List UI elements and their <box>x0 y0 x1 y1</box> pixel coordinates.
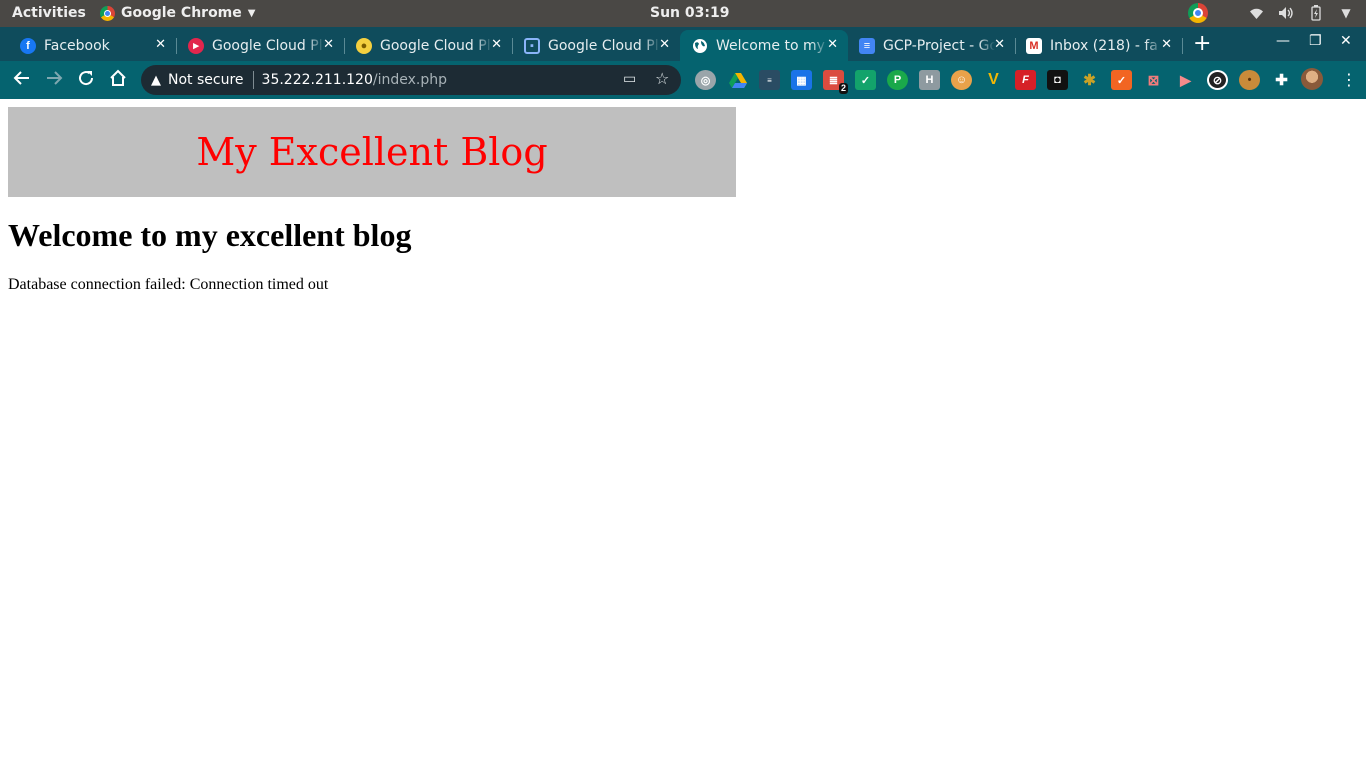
page-heading: Welcome to my excellent blog <box>8 217 412 253</box>
close-window-button[interactable]: ✕ <box>1340 33 1352 49</box>
system-tray[interactable]: ▼ <box>1188 3 1354 23</box>
gmail-icon: M <box>1026 37 1042 54</box>
address-bar[interactable]: ▲ Not secure 35.222.211.120 /index.php ▭… <box>141 65 681 95</box>
close-icon[interactable]: ✕ <box>491 37 502 52</box>
f-ext-icon[interactable]: F <box>1015 70 1036 90</box>
chip-icon: ▪ <box>524 37 540 54</box>
bookmark-star-icon[interactable]: ☆ <box>655 69 669 88</box>
orange-check-icon[interactable]: ✓ <box>1111 70 1132 90</box>
tab-title: Welcome to my excellent blog <box>716 37 828 54</box>
battery-icon <box>1308 5 1324 21</box>
chrome-tray-icon[interactable] <box>1188 3 1208 23</box>
volume-icon <box>1278 5 1294 21</box>
close-icon[interactable]: ✕ <box>994 37 1005 52</box>
h-ext-icon[interactable]: H <box>919 70 940 90</box>
close-icon[interactable]: ✕ <box>659 37 670 52</box>
reload-button[interactable] <box>77 69 95 92</box>
todoist-badge: 2 <box>838 83 848 94</box>
tab-title: Google Cloud Platform <box>548 37 660 54</box>
tab-strip: f Facebook ✕ ▸ Google Cloud Platform ✕ ●… <box>0 27 1366 61</box>
chevron-down-icon: ▼ <box>247 7 256 19</box>
blog-header-banner: My Excellent Blog <box>8 107 736 197</box>
tab-google-cloud-3[interactable]: ▪ Google Cloud Platform ✕ <box>512 30 680 61</box>
app-menu-label: Google Chrome <box>121 5 242 21</box>
check-icon[interactable]: ✓ <box>855 70 876 90</box>
cookie-icon[interactable]: • <box>1239 70 1260 90</box>
tab-title: Google Cloud Platform <box>212 37 324 54</box>
tab-separator <box>1182 38 1183 54</box>
url-path[interactable]: /index.php <box>373 72 447 88</box>
face-ext-icon[interactable]: ☺ <box>951 70 972 90</box>
home-button[interactable] <box>109 69 127 92</box>
close-icon[interactable]: ✕ <box>827 37 838 52</box>
blog-title: My Excellent Blog <box>196 130 548 174</box>
url-host[interactable]: 35.222.211.120 <box>262 72 373 88</box>
block-ext-icon[interactable]: ⊘ <box>1207 70 1228 90</box>
system-menu-chevron-icon[interactable]: ▼ <box>1338 5 1354 21</box>
activities-button[interactable]: Activities <box>12 5 86 21</box>
facebook-icon: f <box>20 37 36 54</box>
tab-title: Facebook <box>44 37 110 54</box>
tab-gcp-project-docs[interactable]: ≡ GCP-Project - Google Docs ✕ <box>847 30 1016 61</box>
extensions-bar: ◎ ≡ ▦ ≣ 2 ✓ P H ☺ V F ◘ ✱ ✓ ⊠ ▶ ⊘ • ✚ <box>695 70 1292 94</box>
chrome-app-icon <box>100 5 115 21</box>
close-icon[interactable]: ✕ <box>1161 37 1172 52</box>
tab-title: Inbox (218) - fa <box>1050 37 1158 54</box>
globe-icon <box>692 38 708 54</box>
browser-toolbar: ▲ Not secure 35.222.211.120 /index.php ▭… <box>0 61 1366 99</box>
tab-welcome-blog[interactable]: Welcome to my excellent blog ✕ <box>680 30 848 61</box>
minimize-button[interactable]: — <box>1276 33 1290 49</box>
tab-google-cloud-2[interactable]: ● Google Cloud Platform ✕ <box>344 30 513 61</box>
system-top-bar: Activities Google Chrome ▼ Sun 03:19 ▼ <box>0 0 1366 27</box>
tab-title: Google Cloud Platform <box>380 37 492 54</box>
cast-icon[interactable]: ▭ <box>623 71 636 87</box>
profile-avatar[interactable] <box>1301 68 1323 90</box>
omnibox-divider <box>252 71 254 89</box>
p-ext-icon[interactable]: P <box>887 70 908 90</box>
calendar-icon[interactable]: ▦ <box>791 70 812 90</box>
security-status[interactable]: Not secure <box>168 72 244 88</box>
news-icon[interactable]: ≡ <box>759 70 780 90</box>
more-menu-icon[interactable]: ⋮ <box>1341 70 1357 89</box>
cloud-platform-icon: ▸ <box>188 37 204 54</box>
todoist-icon[interactable]: ≣ 2 <box>823 70 848 94</box>
robot-ext-icon[interactable]: ⊠ <box>1143 70 1164 90</box>
error-message: Database connection failed: Connection t… <box>8 276 329 293</box>
restore-button[interactable]: ❐ <box>1309 33 1322 49</box>
tab-gmail-inbox[interactable]: M Inbox (218) - fa ✕ <box>1014 30 1183 61</box>
tab-google-cloud-1[interactable]: ▸ Google Cloud Platform ✕ <box>176 30 345 61</box>
page-viewport: My Excellent Blog Welcome to my excellen… <box>0 99 1366 768</box>
app-menu[interactable]: Google Chrome ▼ <box>100 5 255 21</box>
back-button[interactable] <box>13 69 31 92</box>
close-icon[interactable]: ✕ <box>323 37 334 52</box>
lightbulb-icon: ● <box>356 37 372 54</box>
forward-button[interactable] <box>45 69 63 92</box>
puzzle-icon[interactable]: ✚ <box>1271 70 1292 90</box>
tab-facebook[interactable]: f Facebook ✕ <box>8 30 177 61</box>
docs-icon: ≡ <box>859 37 875 54</box>
v-ext-icon[interactable]: V <box>983 70 1004 90</box>
tab-title: GCP-Project - Google Docs <box>883 37 995 54</box>
close-icon[interactable]: ✕ <box>155 37 166 52</box>
wifi-icon <box>1248 5 1264 21</box>
camera-ext-icon[interactable]: ▶ <box>1175 70 1196 90</box>
tree-ext-icon[interactable]: ✱ <box>1079 70 1100 90</box>
warning-icon[interactable]: ▲ <box>151 73 161 88</box>
drive-icon[interactable] <box>727 70 748 90</box>
chrome-ext-icon[interactable]: ◎ <box>695 70 716 90</box>
lens-ext-icon[interactable]: ◘ <box>1047 70 1068 90</box>
new-tab-button[interactable]: + <box>1193 31 1211 56</box>
clock[interactable]: Sun 03:19 <box>650 5 729 21</box>
